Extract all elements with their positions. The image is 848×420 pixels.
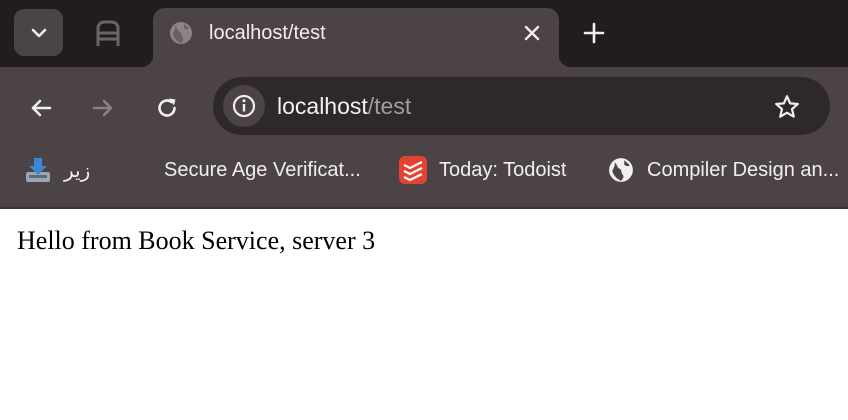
- bookmark-star-button[interactable]: [771, 91, 803, 123]
- page-body-text: Hello from Book Service, server 3: [17, 226, 376, 255]
- reload-button[interactable]: [150, 91, 184, 125]
- tab-group-icon: [96, 20, 120, 46]
- plus-icon: [583, 22, 605, 44]
- tab-title: localhost/test: [209, 22, 326, 44]
- arrow-right-icon: [92, 99, 113, 117]
- bookmark-label: Compiler Design an...: [647, 158, 840, 181]
- arrow-left-icon: [31, 99, 52, 117]
- address-bar[interactable]: localhost/test: [213, 77, 830, 135]
- site-info-button[interactable]: [223, 85, 265, 127]
- bookmark-item[interactable]: Compiler Design an...: [607, 143, 839, 197]
- tab-close-button[interactable]: [519, 20, 545, 46]
- forward-button[interactable]: [86, 91, 120, 125]
- url-path: /test: [367, 93, 412, 119]
- tab-search-button[interactable]: [14, 9, 63, 56]
- page-content: Hello from Book Service, server 3: [0, 209, 848, 420]
- chevron-down-icon: [31, 28, 46, 37]
- bookmark-label: Secure Age Verificat...: [164, 158, 361, 181]
- bookmark-item[interactable]: Today: Todoist: [399, 143, 567, 197]
- todoist-icon: [399, 156, 427, 184]
- bookmarks-bar: زیر Secure Age Verificat... Today: Todoi…: [0, 143, 848, 197]
- close-icon: [524, 25, 540, 41]
- tab-strip: localhost/test: [0, 0, 848, 67]
- bookmark-item[interactable]: زیر: [24, 143, 90, 197]
- bookmark-label: Today: Todoist: [439, 158, 567, 181]
- globe-icon: [170, 22, 192, 44]
- bookmark-label: زیر: [64, 159, 91, 182]
- info-icon: [232, 94, 256, 118]
- globe-icon: [607, 156, 635, 184]
- star-icon: [775, 95, 799, 118]
- active-tab[interactable]: localhost/test: [141, 8, 571, 67]
- url-text[interactable]: localhost/test: [277, 93, 411, 119]
- browser-toolbar: localhost/test زیر Secure Age Verificat.…: [0, 67, 848, 208]
- back-button[interactable]: [24, 91, 58, 125]
- inactive-tab[interactable]: [91, 17, 125, 49]
- url-host: localhost: [277, 93, 368, 119]
- download-tray-icon: [24, 156, 52, 184]
- bookmark-item[interactable]: Secure Age Verificat...: [164, 143, 361, 197]
- reload-icon: [158, 98, 176, 117]
- new-tab-button[interactable]: [579, 18, 609, 48]
